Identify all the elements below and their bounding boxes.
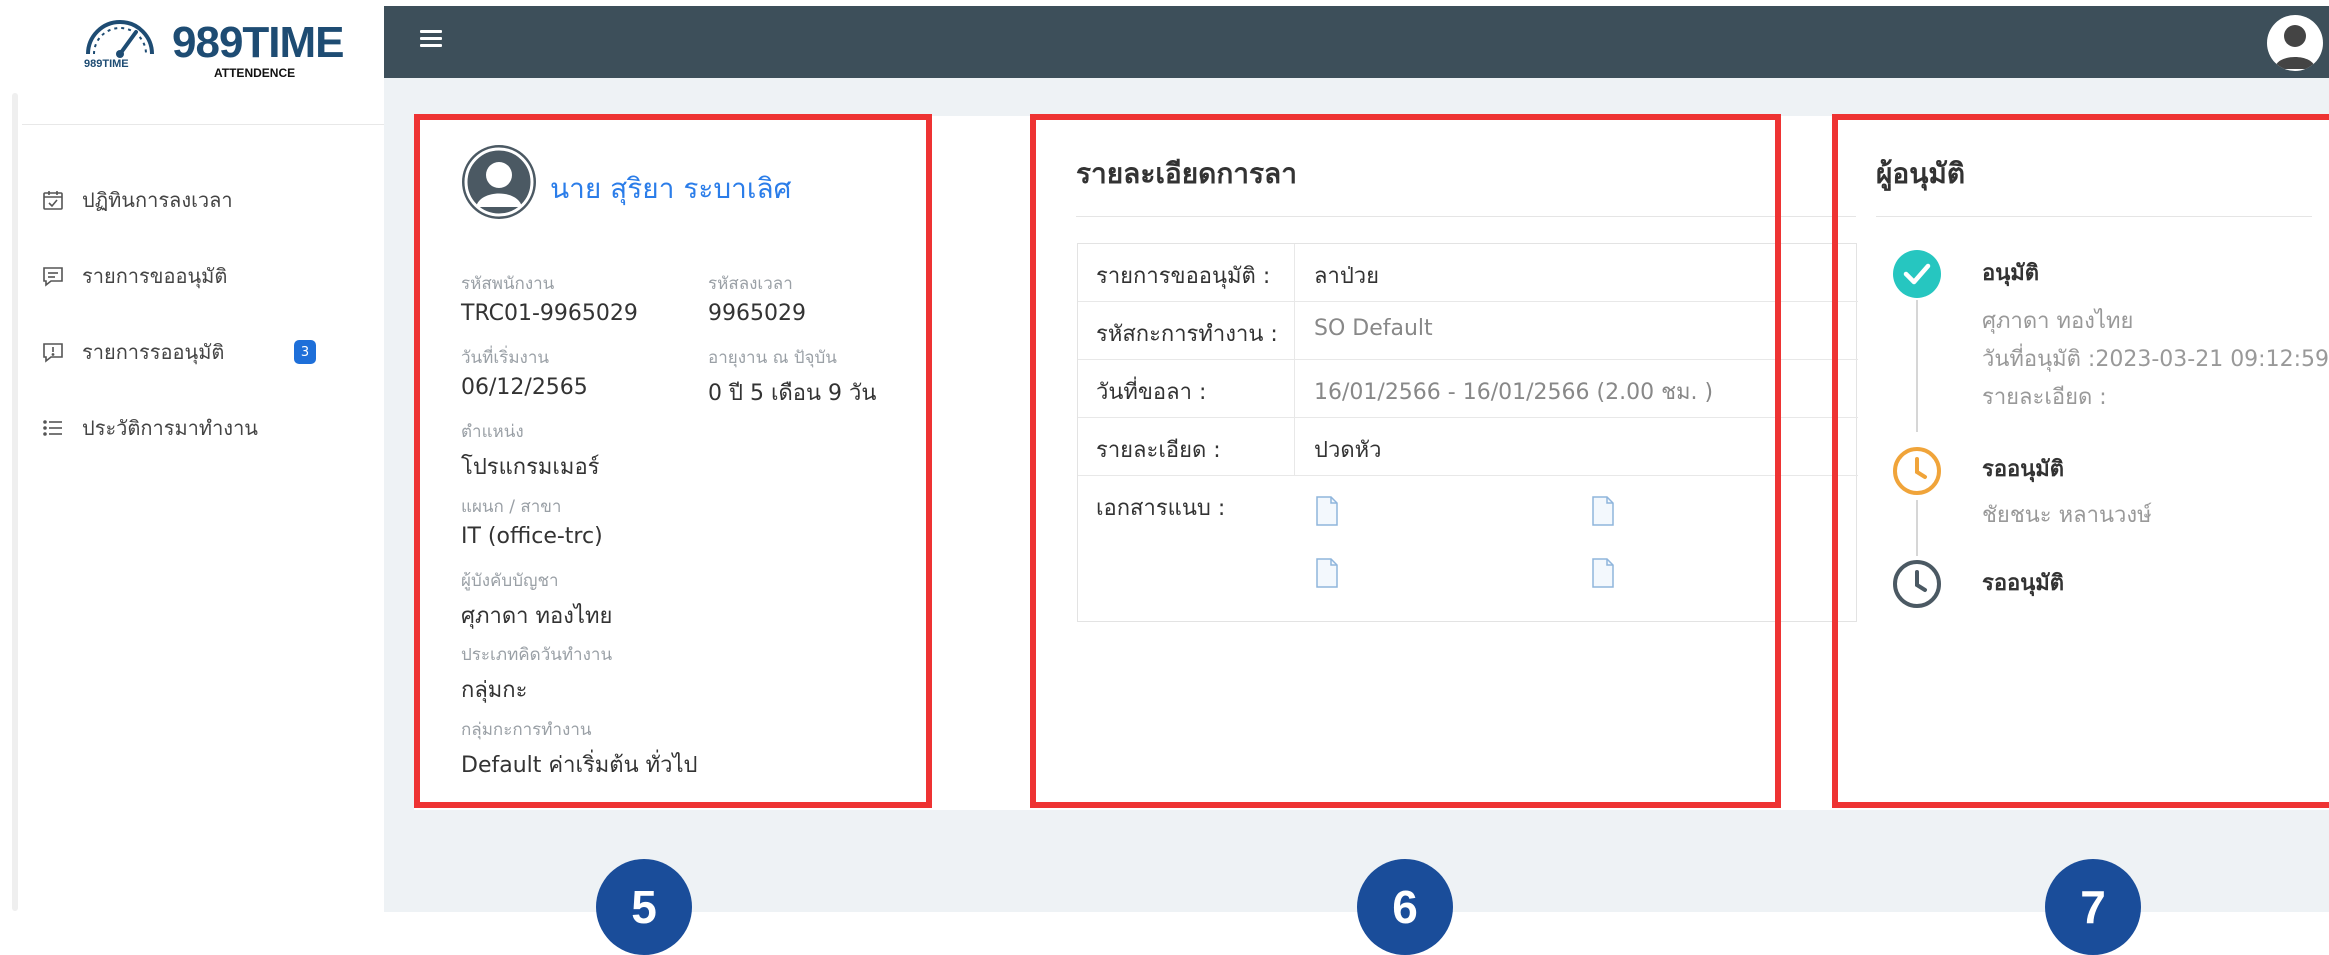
highlight-box-approver bbox=[1832, 114, 2329, 808]
page: 989TIME 989TIME ATTENDENCE ปฏิทินการลงเว… bbox=[0, 0, 2329, 955]
brand-logo[interactable]: 989TIME 989TIME ATTENDENCE bbox=[76, 10, 345, 86]
step-badge-7: 7 bbox=[2045, 859, 2141, 955]
top-bar bbox=[384, 6, 2329, 78]
message-alert-icon bbox=[40, 339, 66, 365]
sidebar-item-requests[interactable]: รายการขออนุมัติ bbox=[40, 238, 340, 314]
user-avatar[interactable] bbox=[2267, 15, 2323, 71]
step-badge-6: 6 bbox=[1357, 859, 1453, 955]
sidebar-scrollbar[interactable] bbox=[12, 93, 18, 911]
sidebar-divider bbox=[22, 124, 384, 125]
sidebar-item-pending[interactable]: รายการรออนุมัติ 3 bbox=[40, 314, 340, 390]
message-list-icon bbox=[40, 263, 66, 289]
step-badge-5: 5 bbox=[596, 859, 692, 955]
sidebar-item-label: ประวัติการมาทำงาน bbox=[82, 416, 258, 440]
sidebar-item-label: รายการรออนุมัติ bbox=[82, 340, 225, 364]
brand-sub: ATTENDENCE bbox=[214, 66, 296, 80]
sidebar-nav: ปฏิทินการลงเวลา รายการขออนุมัติ รายการรอ… bbox=[40, 162, 340, 466]
sidebar-item-calendar[interactable]: ปฏิทินการลงเวลา bbox=[40, 162, 340, 238]
speedometer-logo-icon bbox=[86, 20, 154, 58]
highlight-box-detail bbox=[1030, 114, 1781, 808]
pending-count-badge: 3 bbox=[294, 340, 316, 364]
list-icon bbox=[40, 415, 66, 441]
sidebar-item-label: รายการขออนุมัติ bbox=[82, 264, 228, 288]
sidebar: 989TIME 989TIME ATTENDENCE ปฏิทินการลงเว… bbox=[0, 0, 384, 912]
menu-toggle-icon[interactable] bbox=[420, 30, 442, 48]
calendar-check-icon bbox=[40, 187, 66, 213]
user-silhouette-icon bbox=[2275, 25, 2315, 69]
sidebar-item-label: ปฏิทินการลงเวลา bbox=[82, 188, 233, 212]
brand-mini: 989TIME bbox=[84, 58, 129, 70]
highlight-box-employee bbox=[414, 114, 932, 808]
sidebar-item-history[interactable]: ประวัติการมาทำงาน bbox=[40, 390, 340, 466]
brand-name: 989TIME bbox=[172, 18, 345, 67]
